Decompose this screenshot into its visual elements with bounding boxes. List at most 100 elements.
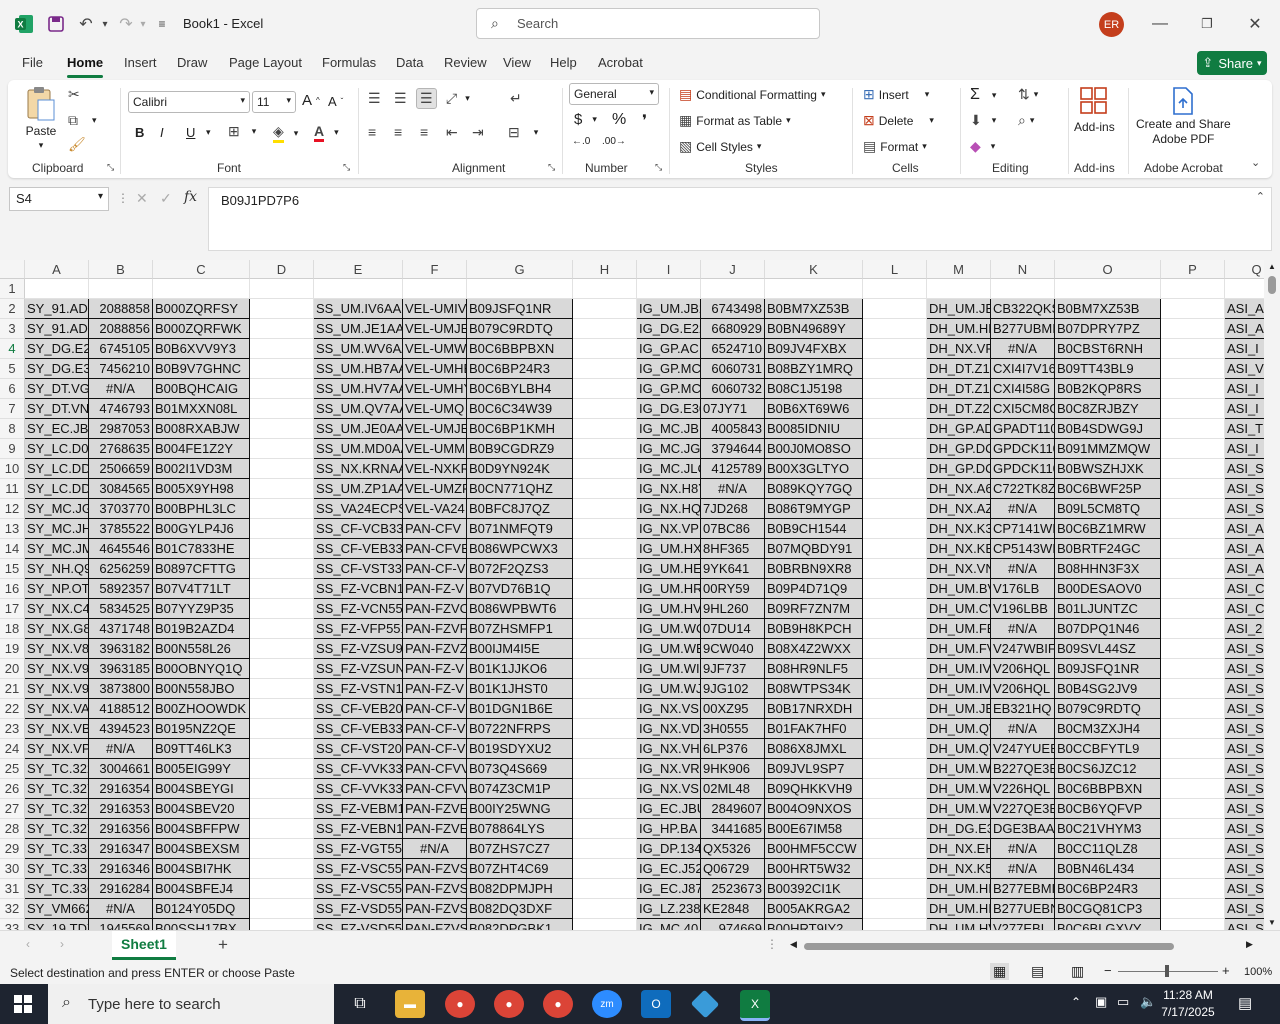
cell-d9[interactable] (250, 439, 314, 459)
cell-o5[interactable]: B09TT43BL9 (1055, 359, 1161, 379)
insert-cells-button[interactable]: ⊞ Insert ▾ (863, 86, 929, 103)
cell-p27[interactable] (1161, 799, 1225, 819)
cell-f19[interactable]: PAN-FZVZ (403, 639, 467, 659)
row-header-21[interactable]: 21 (0, 679, 25, 699)
horizontal-scrollbar[interactable]: ◀ ▶ (790, 939, 1260, 953)
minimize-icon[interactable]: — (1150, 12, 1170, 36)
add-sheet-button[interactable]: + (218, 935, 228, 955)
cell-j27[interactable]: 2849607 (701, 799, 765, 819)
file-explorer-icon[interactable]: ▬ (395, 990, 425, 1018)
cell-h22[interactable] (573, 699, 637, 719)
cell-e30[interactable]: SS_FZ-VSC551 (314, 859, 403, 879)
formula-input[interactable]: B09J1PD7P6 ⌃ (208, 187, 1272, 251)
cell-e9[interactable]: SS_UM.MD0AA (314, 439, 403, 459)
cell-l20[interactable] (863, 659, 927, 679)
cell-a11[interactable]: SY_LC.DDI (25, 479, 89, 499)
row-header-19[interactable]: 19 (0, 639, 25, 659)
row-header-9[interactable]: 9 (0, 439, 25, 459)
cell-j30[interactable]: Q06729 (701, 859, 765, 879)
cell-h33[interactable] (573, 919, 637, 930)
zoom-out-icon[interactable]: − (1104, 963, 1112, 978)
cell-d26[interactable] (250, 779, 314, 799)
cell-d20[interactable] (250, 659, 314, 679)
cell-e26[interactable]: SS_CF-VVK332 (314, 779, 403, 799)
cell-p16[interactable] (1161, 579, 1225, 599)
cell-n26[interactable]: V226HQL (991, 779, 1055, 799)
cell-b10[interactable]: 2506659 (89, 459, 153, 479)
cell-o3[interactable]: B07DPRY7PZ (1055, 319, 1161, 339)
cell-n32[interactable]: B277UEBN (991, 899, 1055, 919)
cell-l3[interactable] (863, 319, 927, 339)
cell-c17[interactable]: B07YYZ9P35 (153, 599, 250, 619)
cell-p1[interactable] (1161, 279, 1225, 299)
cell-n27[interactable]: V227QE3B (991, 799, 1055, 819)
cell-c32[interactable]: B0124Y05DQ (153, 899, 250, 919)
cell-p30[interactable] (1161, 859, 1225, 879)
cell-b8[interactable]: 2987053 (89, 419, 153, 439)
cell-i30[interactable]: IG_EC.J52 (637, 859, 701, 879)
cell-q9[interactable]: ASI_I (1225, 439, 1264, 459)
cell-j18[interactable]: 07DU14 (701, 619, 765, 639)
cell-q33[interactable]: ASI_S (1225, 919, 1264, 930)
cell-k3[interactable]: B0BN49689Y (765, 319, 863, 339)
cell-m20[interactable]: DH_UM.IV (927, 659, 991, 679)
cell-c10[interactable]: B002I1VD3M (153, 459, 250, 479)
scroll-left-icon[interactable]: ◀ (790, 939, 797, 950)
cell-b4[interactable]: 6745105 (89, 339, 153, 359)
cell-c28[interactable]: B004SBFFPW (153, 819, 250, 839)
cell-h11[interactable] (573, 479, 637, 499)
find-select-button[interactable]: ⌕ ▾ (1018, 112, 1034, 129)
cell-c23[interactable]: B0195NZ2QE (153, 719, 250, 739)
cell-h17[interactable] (573, 599, 637, 619)
cell-c7[interactable]: B01MXXN08L (153, 399, 250, 419)
cell-c13[interactable]: B00GYLP4J6 (153, 519, 250, 539)
cell-f3[interactable]: VEL-UMJE (403, 319, 467, 339)
cell-n8[interactable]: GPADT110 (991, 419, 1055, 439)
cell-c25[interactable]: B005EIG99Y (153, 759, 250, 779)
cell-i2[interactable]: IG_UM.JB2 (637, 299, 701, 319)
cell-a33[interactable]: SY_19.TDY (25, 919, 89, 930)
cell-h18[interactable] (573, 619, 637, 639)
cell-b27[interactable]: 2916353 (89, 799, 153, 819)
cell-b11[interactable]: 3084565 (89, 479, 153, 499)
cell-n15[interactable]: #N/A (991, 559, 1055, 579)
row-header-12[interactable]: 12 (0, 499, 25, 519)
cell-l7[interactable] (863, 399, 927, 419)
dialog-launcher-icon[interactable]: ⤡ (548, 162, 555, 173)
cell-g25[interactable]: B073Q4S669 (467, 759, 573, 779)
cell-l32[interactable] (863, 899, 927, 919)
cell-p9[interactable] (1161, 439, 1225, 459)
cell-h4[interactable] (573, 339, 637, 359)
dialog-launcher-icon[interactable]: ⤡ (655, 162, 662, 173)
cell-g23[interactable]: B0722NFRPS (467, 719, 573, 739)
volume-icon[interactable]: 🔈 (1140, 994, 1156, 1010)
top-align-button[interactable]: ☰ (368, 90, 381, 107)
cell-l18[interactable] (863, 619, 927, 639)
row-header-16[interactable]: 16 (0, 579, 25, 599)
cell-f9[interactable]: VEL-UMM (403, 439, 467, 459)
cell-q30[interactable]: ASI_S (1225, 859, 1264, 879)
decrease-decimal-button[interactable]: .00→ (602, 136, 626, 147)
scroll-down-icon[interactable]: ▼ (1268, 918, 1276, 927)
cell-m4[interactable]: DH_NX.VF (927, 339, 991, 359)
cell-h13[interactable] (573, 519, 637, 539)
cell-b19[interactable]: 3963182 (89, 639, 153, 659)
cell-i26[interactable]: IG_NX.VS (637, 779, 701, 799)
cell-d29[interactable] (250, 839, 314, 859)
cell-o15[interactable]: B08HHN3F3X (1055, 559, 1161, 579)
cell-e20[interactable]: SS_FZ-VZSUN (314, 659, 403, 679)
select-all-corner[interactable] (0, 260, 25, 279)
cell-k33[interactable]: B00HRT9IY2 (765, 919, 863, 930)
cell-l10[interactable] (863, 459, 927, 479)
cell-d18[interactable] (250, 619, 314, 639)
cell-d25[interactable] (250, 759, 314, 779)
increase-font-button[interactable]: A ^ (302, 92, 320, 109)
cell-m25[interactable]: DH_UM.W (927, 759, 991, 779)
cell-g2[interactable]: B09JSFQ1NR (467, 299, 573, 319)
cell-g33[interactable]: B082DPGBK1 (467, 919, 573, 930)
cell-o12[interactable]: B09L5CM8TQ (1055, 499, 1161, 519)
cell-k8[interactable]: B0085IDNIU (765, 419, 863, 439)
column-header-l[interactable]: L (863, 260, 927, 279)
row-header-20[interactable]: 20 (0, 659, 25, 679)
cell-n14[interactable]: CP5143WI (991, 539, 1055, 559)
